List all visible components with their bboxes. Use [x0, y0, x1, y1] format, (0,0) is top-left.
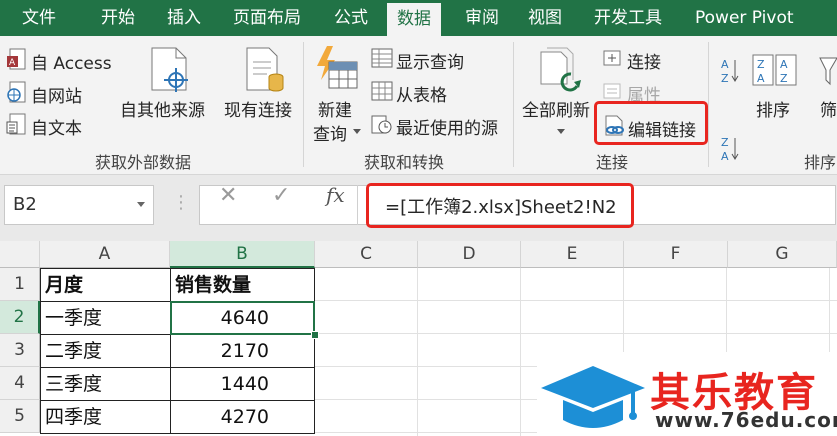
filter-button[interactable]: 筛 — [820, 96, 837, 121]
row-header-3[interactable]: 3 — [0, 334, 40, 367]
sort-dialog-icon: Z A A Z — [752, 54, 797, 86]
tab-developer[interactable]: 开发工具 — [594, 0, 662, 36]
svg-text:Z: Z — [721, 136, 729, 149]
tab-file[interactable]: 文件 — [22, 0, 56, 36]
cell-a1[interactable]: 月度 — [40, 268, 171, 302]
refresh-all-button[interactable]: 全部刷新 — [522, 96, 590, 121]
tab-formulas[interactable]: 公式 — [334, 0, 368, 36]
refresh-all-icon — [540, 47, 581, 92]
column-header-d[interactable]: D — [418, 241, 521, 268]
function-icon[interactable]: fx — [326, 183, 345, 207]
enter-icon[interactable]: ✓ — [272, 183, 290, 208]
vertical-dots-icon: ⋮ — [172, 192, 190, 213]
connections-button[interactable]: 连接 — [627, 48, 661, 73]
cell-b1[interactable]: 销售数量 — [170, 268, 315, 302]
watermark-url: www.76edu.com — [655, 408, 837, 432]
sort-button[interactable]: 排序 — [756, 96, 790, 121]
ribbon: A 自 Access 自网站 自文本 自其他来源 现有连接 获取外部数据 新建 … — [0, 36, 837, 175]
cell-a3[interactable]: 二季度 — [40, 334, 171, 368]
from-table-button[interactable]: 从表格 — [396, 81, 447, 106]
tab-insert[interactable]: 插入 — [167, 0, 201, 36]
svg-text:A: A — [757, 72, 765, 85]
from-table-icon — [371, 81, 393, 101]
existing-connections-button[interactable]: 现有连接 — [224, 96, 292, 121]
svg-text:Z: Z — [780, 72, 788, 85]
chevron-down-icon[interactable] — [556, 128, 566, 136]
tab-data[interactable]: 数据 — [387, 3, 441, 36]
web-icon — [7, 81, 26, 103]
svg-text:A: A — [780, 58, 788, 71]
ribbon-tabs: 文件 开始 插入 页面布局 公式 数据 审阅 视图 开发工具 Power Piv… — [0, 0, 837, 36]
group-label-connections: 连接 — [596, 153, 629, 172]
cell-a2[interactable]: 一季度 — [40, 301, 171, 335]
row-header-4[interactable]: 4 — [0, 367, 40, 400]
column-header-a[interactable]: A — [40, 241, 170, 268]
recent-sources-button[interactable]: 最近使用的源 — [396, 114, 498, 139]
group-label-transform: 获取和转换 — [364, 153, 445, 172]
group-label-get-external: 获取外部数据 — [95, 153, 192, 172]
new-query-label-2[interactable]: 查询 — [313, 120, 347, 145]
fill-handle[interactable] — [311, 331, 319, 339]
chevron-down-icon[interactable] — [352, 128, 362, 136]
svg-text:A: A — [721, 58, 729, 71]
new-query-icon — [317, 46, 358, 89]
formula-bar: B2 ⋮ ✕ ✓ fx =[工作簿2.xlsx]Sheet2!N2 — [0, 175, 837, 241]
filter-icon — [819, 57, 837, 86]
from-web-button[interactable]: 自网站 — [31, 82, 82, 107]
cell-b4[interactable]: 1440 — [170, 367, 315, 401]
cell-a4[interactable]: 三季度 — [40, 367, 171, 401]
cancel-icon[interactable]: ✕ — [219, 183, 237, 208]
column-header-b[interactable]: B — [170, 241, 315, 268]
cell-b3[interactable]: 2170 — [170, 334, 315, 368]
row-header-5[interactable]: 5 — [0, 400, 40, 433]
name-box-value: B2 — [13, 194, 37, 215]
active-cell-border — [170, 301, 315, 335]
column-header-c[interactable]: C — [315, 241, 418, 268]
cell-a5[interactable]: 四季度 — [40, 400, 171, 434]
new-query-label-1[interactable]: 新建 — [318, 96, 352, 121]
column-header-g[interactable]: G — [728, 241, 837, 268]
existing-connections-icon — [246, 47, 284, 92]
tab-view[interactable]: 视图 — [528, 0, 562, 36]
from-text-button[interactable]: 自文本 — [31, 114, 82, 139]
group-separator — [513, 42, 514, 167]
tab-page-layout[interactable]: 页面布局 — [233, 0, 301, 36]
sort-za-icon[interactable]: Z A — [720, 134, 740, 164]
chevron-down-icon[interactable] — [137, 202, 145, 207]
properties-icon — [603, 83, 621, 99]
access-icon: A — [7, 48, 26, 70]
tab-review[interactable]: 审阅 — [465, 0, 499, 36]
name-box[interactable]: B2 — [4, 185, 154, 225]
graduation-cap-icon — [541, 366, 645, 428]
tab-power-pivot[interactable]: Power Pivot — [695, 0, 794, 36]
other-sources-icon — [151, 47, 188, 92]
svg-text:Z: Z — [757, 58, 765, 71]
recent-sources-icon — [371, 115, 392, 134]
svg-text:A: A — [9, 58, 16, 68]
row-header-1[interactable]: 1 — [0, 268, 40, 301]
row-header-2[interactable]: 2 — [0, 301, 40, 334]
formula-highlight — [366, 183, 634, 228]
group-separator — [708, 42, 709, 167]
divider — [357, 185, 358, 225]
from-access-button[interactable]: 自 Access — [31, 49, 112, 74]
column-header-e[interactable]: E — [521, 241, 624, 268]
select-all-corner[interactable] — [0, 241, 40, 268]
tab-home[interactable]: 开始 — [101, 0, 135, 36]
cell-b5[interactable]: 4270 — [170, 400, 315, 434]
group-separator — [303, 42, 304, 167]
watermark: 其乐教育 www.76edu.com — [537, 352, 837, 436]
svg-text:Z: Z — [721, 72, 729, 85]
group-label-sort: 排序 — [804, 153, 837, 172]
show-queries-icon — [371, 48, 393, 68]
text-file-icon — [6, 113, 26, 135]
connections-icon — [603, 50, 621, 66]
from-other-sources-button[interactable]: 自其他来源 — [120, 96, 205, 121]
show-queries-button[interactable]: 显示查询 — [396, 48, 464, 73]
svg-text:A: A — [721, 150, 729, 163]
column-header-f[interactable]: F — [624, 241, 728, 268]
sort-az-icon[interactable]: A Z — [720, 56, 740, 86]
edit-links-highlight — [594, 101, 708, 145]
